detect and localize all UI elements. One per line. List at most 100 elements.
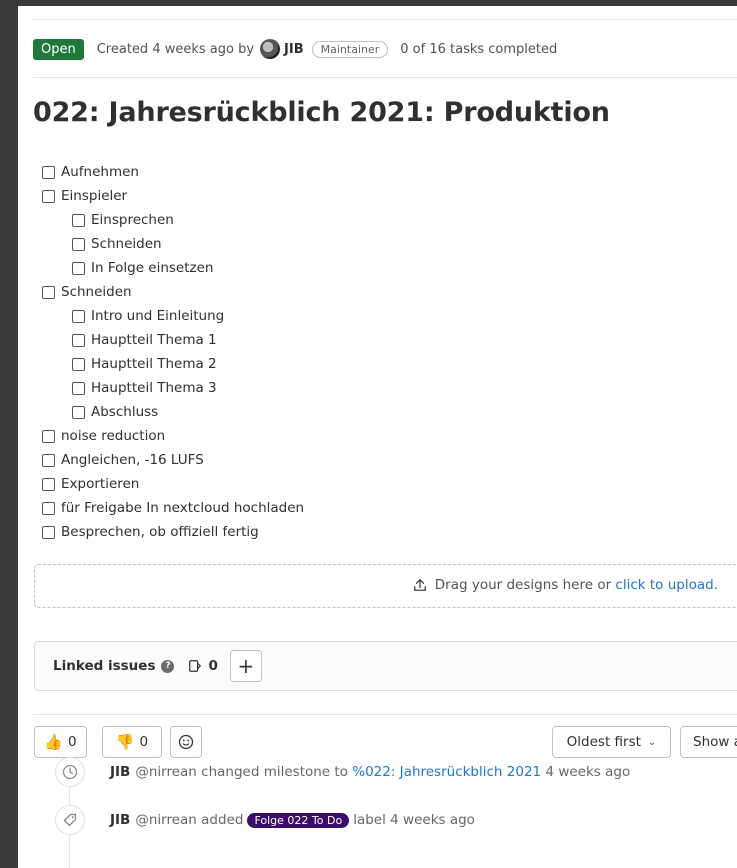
- task-item: Intro und Einleitung: [42, 304, 702, 328]
- event-time: 4 weeks ago: [545, 764, 631, 780]
- task-label: Schneiden: [91, 236, 162, 252]
- window-frame-left: [0, 0, 18, 868]
- task-label: Abschluss: [91, 404, 159, 420]
- add-linked-issue-button[interactable]: +: [229, 650, 262, 682]
- task-label: Exportieren: [61, 476, 140, 492]
- task-checkbox[interactable]: [42, 453, 55, 467]
- label-pill[interactable]: Folge 022 To Do: [247, 812, 350, 828]
- task-label: Schneiden: [61, 284, 132, 300]
- task-checkbox[interactable]: [72, 237, 85, 251]
- task-item: Aufnehmen: [42, 160, 702, 184]
- divider: [33, 714, 737, 715]
- task-label: Einspieler: [61, 188, 128, 204]
- task-item: Einspieler: [42, 184, 702, 208]
- thumbs-up-button[interactable]: 👍 0: [34, 726, 87, 758]
- task-item: Angleichen, -16 LUFS: [42, 448, 702, 472]
- event-time: 4 weeks ago: [390, 812, 475, 828]
- task-item: Abschluss: [42, 400, 702, 424]
- event-author[interactable]: JIB: [110, 764, 130, 780]
- thumbs-down-button[interactable]: 👎 0: [102, 726, 162, 758]
- dropzone-suffix: .: [713, 577, 718, 593]
- task-item: für Freigabe In nextcloud hochladen: [42, 496, 702, 520]
- task-label: Aufnehmen: [61, 164, 139, 180]
- help-icon[interactable]: ?: [161, 659, 175, 673]
- task-checkbox[interactable]: [42, 189, 55, 203]
- design-dropzone[interactable]: Drag your designs here or click to uploa…: [34, 564, 737, 608]
- event-suffix: label: [353, 812, 386, 828]
- task-label: Besprechen, ob offiziell fertig: [61, 524, 259, 540]
- task-checkbox[interactable]: [42, 525, 55, 539]
- sort-dropdown[interactable]: Oldest first ⌄: [552, 726, 671, 758]
- divider: [33, 19, 737, 20]
- issue-page: Open Created 4 weeks ago by JIB Maintain…: [18, 6, 737, 868]
- timeline-event: JIB @nirrean changed milestone to %022: …: [110, 764, 630, 780]
- role-badge: Maintainer: [311, 40, 389, 58]
- task-label: noise reduction: [61, 428, 166, 444]
- issue-header: Open Created 4 weeks ago by JIB Maintain…: [33, 36, 557, 62]
- task-label: Einsprechen: [91, 212, 174, 228]
- smiley-icon: [178, 734, 194, 750]
- task-checkbox[interactable]: [42, 429, 55, 443]
- timeline-event: JIB @nirrean added Folge 022 To Do label…: [110, 812, 475, 828]
- thumbs-up-count: 0: [68, 734, 77, 750]
- thumbs-down-count: 0: [139, 734, 149, 750]
- chevron-down-icon: ⌄: [647, 736, 657, 748]
- linked-issues-count: 0: [208, 658, 218, 674]
- task-item: In Folge einsetzen: [42, 256, 702, 280]
- milestone-link[interactable]: %022: Jahresrückblich 2021: [352, 764, 541, 780]
- upload-icon: [413, 579, 426, 591]
- task-label: In Folge einsetzen: [91, 260, 214, 276]
- dropzone-text: Drag your designs here or click to uploa…: [413, 577, 718, 593]
- task-item: Schneiden: [42, 280, 702, 304]
- task-item: noise reduction: [42, 424, 702, 448]
- task-checkbox[interactable]: [42, 285, 55, 299]
- issue-icon: [189, 660, 202, 672]
- show-filter-dropdown[interactable]: Show a: [680, 726, 737, 758]
- event-handle[interactable]: @nirrean: [135, 812, 197, 828]
- task-label: Hauptteil Thema 2: [91, 356, 217, 372]
- linked-issues-panel: Linked issues ? 0 +: [34, 641, 737, 691]
- show-filter-label: Show a: [693, 734, 737, 750]
- thumbs-down-icon: 👎: [115, 733, 135, 751]
- task-item: Schneiden: [42, 232, 702, 256]
- task-checkbox[interactable]: [42, 165, 55, 179]
- avatar[interactable]: [260, 39, 281, 59]
- divider: [33, 77, 737, 78]
- task-checkbox[interactable]: [72, 357, 85, 371]
- task-item: Einsprechen: [42, 208, 702, 232]
- task-item: Besprechen, ob offiziell fertig: [42, 520, 702, 544]
- linked-issues-title: Linked issues: [53, 658, 156, 674]
- status-badge: Open: [33, 38, 84, 60]
- task-list: Aufnehmen Einspieler Einsprechen Schneid…: [42, 160, 702, 544]
- created-text: Created 4 weeks ago by: [96, 41, 255, 57]
- task-checkbox[interactable]: [72, 333, 85, 347]
- thumbs-up-icon: 👍: [44, 733, 64, 751]
- task-checkbox[interactable]: [42, 501, 55, 515]
- upload-link[interactable]: click to upload: [615, 577, 713, 593]
- page-title: 022: Jahresrückblich 2021: Produktion: [33, 97, 610, 128]
- task-item: Exportieren: [42, 472, 702, 496]
- task-checkbox[interactable]: [72, 309, 85, 323]
- task-checkbox[interactable]: [72, 405, 85, 419]
- event-action: added: [201, 812, 244, 828]
- task-checkbox[interactable]: [72, 381, 85, 395]
- tasks-summary: 0 of 16 tasks completed: [400, 41, 558, 57]
- task-label: Hauptteil Thema 1: [91, 332, 217, 348]
- event-author[interactable]: JIB: [110, 812, 130, 828]
- task-checkbox[interactable]: [72, 261, 85, 275]
- add-reaction-button[interactable]: [170, 726, 202, 758]
- event-handle[interactable]: @nirrean: [135, 764, 197, 780]
- event-action: changed milestone to: [201, 764, 348, 780]
- task-item: Hauptteil Thema 2: [42, 352, 702, 376]
- task-checkbox[interactable]: [42, 477, 55, 491]
- task-label: Hauptteil Thema 3: [91, 380, 217, 396]
- author-name[interactable]: JIB: [284, 42, 304, 57]
- task-checkbox[interactable]: [72, 213, 85, 227]
- task-item: Hauptteil Thema 1: [42, 328, 702, 352]
- dropzone-label: Drag your designs here or: [434, 577, 612, 593]
- task-item: Hauptteil Thema 3: [42, 376, 702, 400]
- task-label: Angleichen, -16 LUFS: [61, 452, 204, 468]
- tag-icon: [55, 805, 85, 835]
- task-label: Intro und Einleitung: [91, 308, 225, 324]
- clock-icon: [55, 757, 85, 787]
